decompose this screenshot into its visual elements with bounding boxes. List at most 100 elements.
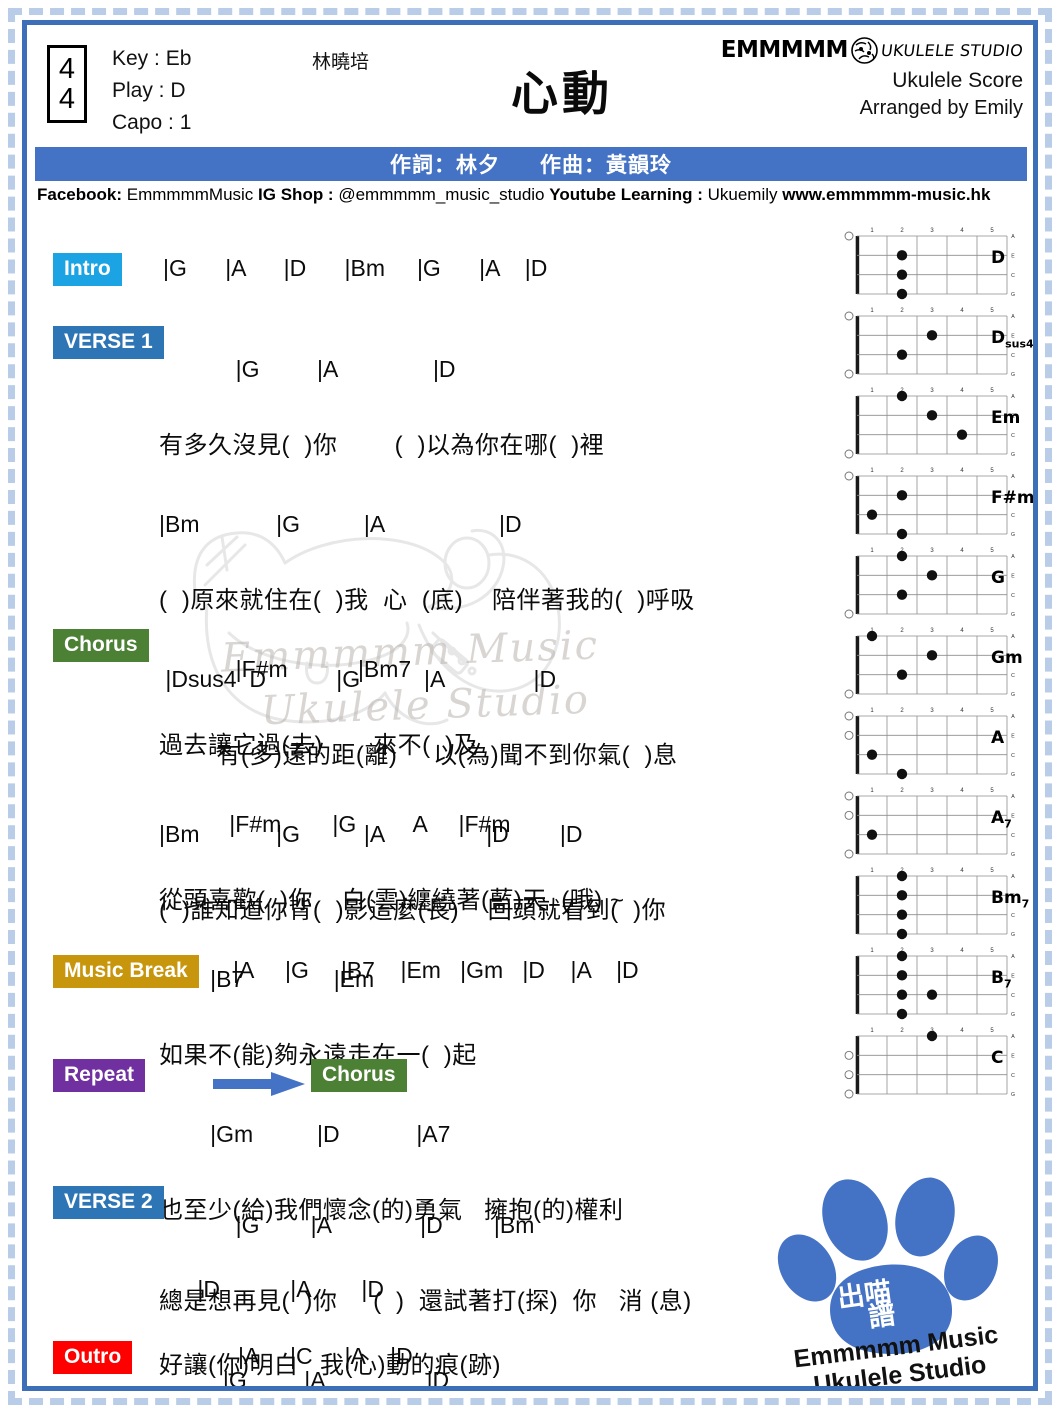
page-title: 心動 <box>511 67 613 122</box>
chord-lyric-area: Intro |G |A |D |Bm |G |A |D VERSE 1 |G |… <box>27 221 817 1386</box>
brand-block: EMMMMM UKULELE STUDIO Ukulele Score Arra… <box>693 35 1024 120</box>
time-signature-top: 4 <box>58 52 76 85</box>
svg-text:E: E <box>1011 574 1015 580</box>
finger-dot <box>896 269 908 280</box>
finger-dot <box>896 288 908 300</box>
chord-diagram: 12345AECGB7 <box>839 941 1033 1021</box>
open-string-icon <box>844 689 854 699</box>
ig-value[interactable]: @emmmmm_music_studio <box>338 185 544 204</box>
svg-text:G: G <box>1011 852 1015 858</box>
svg-text:3: 3 <box>930 388 934 394</box>
open-string-icon <box>844 1050 854 1060</box>
svg-text:E: E <box>1011 254 1015 260</box>
svg-text:1: 1 <box>870 948 874 954</box>
lyric-row: 有多久沒見( )你 ( )以為你在哪( )裡 <box>159 432 605 459</box>
chord-diagram-label: D <box>991 248 1006 268</box>
facebook-value[interactable]: EmmmmmMusic <box>127 185 254 204</box>
badge-chorus[interactable]: Chorus <box>53 629 149 662</box>
lyric-row: 過去讓它過(去) 來不( )及 <box>159 732 478 759</box>
finger-dot <box>896 349 908 360</box>
chord-diagram-label: Bm7 <box>991 888 1030 911</box>
badge-music-break[interactable]: Music Break <box>53 955 199 988</box>
svg-text:E: E <box>1011 814 1015 820</box>
svg-text:C: C <box>1011 833 1015 839</box>
svg-text:1: 1 <box>870 708 874 714</box>
chord-diagram: 12345AECGGm <box>839 621 1033 701</box>
badge-repeat[interactable]: Repeat <box>53 1059 146 1092</box>
chord-row: |Gm |D |A7 <box>159 1121 451 1147</box>
svg-text:1: 1 <box>870 1028 874 1034</box>
chord-diagram: 12345AECGA <box>839 701 1033 781</box>
open-string-icon <box>844 711 854 721</box>
svg-text:3: 3 <box>930 228 934 234</box>
finger-dot <box>896 669 908 680</box>
svg-text:1: 1 <box>870 228 874 234</box>
badge-repeat-target-chorus[interactable]: Chorus <box>311 1059 407 1092</box>
website-link[interactable]: www.emmmmm-music.hk <box>782 185 990 204</box>
open-string-icon <box>844 231 854 241</box>
finger-dot <box>896 528 908 540</box>
badge-verse-1[interactable]: VERSE 1 <box>53 326 164 359</box>
svg-text:2: 2 <box>900 708 904 714</box>
svg-text:1: 1 <box>870 548 874 554</box>
svg-text:C: C <box>1011 593 1015 599</box>
section-verse-1: VERSE 1 |G |A |D 有多久沒見( )你 ( )以為你在哪( )裡 … <box>53 326 694 923</box>
chord-diagram-label: Dsus4 <box>991 328 1033 351</box>
svg-text:E: E <box>1011 1054 1015 1060</box>
svg-text:A: A <box>1011 314 1015 320</box>
finger-dot <box>866 630 878 642</box>
svg-text:A: A <box>1011 234 1015 240</box>
finger-dot <box>956 429 968 440</box>
youtube-value[interactable]: Ukuemily <box>708 185 778 204</box>
finger-dot <box>896 589 908 600</box>
lyric-row: 總是想再見( )你 ( ) 還試著打(探) 你 消 (息) <box>159 1288 692 1315</box>
badge-outro[interactable]: Outro <box>53 1341 133 1374</box>
outro-chords: |A |C |A |D <box>238 1343 413 1369</box>
svg-text:A: A <box>1011 554 1015 560</box>
badge-verse-2[interactable]: VERSE 2 <box>53 1186 164 1219</box>
svg-text:2: 2 <box>900 228 904 234</box>
ig-label: IG Shop : <box>258 185 334 204</box>
svg-text:G: G <box>1011 932 1015 938</box>
badge-intro[interactable]: Intro <box>53 253 122 286</box>
svg-text:5: 5 <box>990 228 994 234</box>
svg-text:C: C <box>1011 513 1015 519</box>
fretboard-icon: 12345AECG <box>844 1028 1015 1099</box>
open-string-icon <box>844 730 854 740</box>
svg-text:C: C <box>1011 433 1015 439</box>
svg-text:5: 5 <box>990 628 994 634</box>
intro-chords: |G |A |D |Bm |G |A |D <box>163 255 548 281</box>
finger-dot <box>896 870 908 882</box>
open-string-icon <box>844 849 854 859</box>
svg-text:4: 4 <box>960 948 964 954</box>
open-string-icon <box>844 791 854 801</box>
chord-diagram-label: A <box>991 728 1005 748</box>
chord-diagram: 12345AECGEm <box>839 381 1033 461</box>
paw-cn-line-2: 譜 <box>866 1299 898 1334</box>
arrow-right-icon <box>213 1071 305 1097</box>
brand-logo-emm: EMMMMM <box>720 36 849 63</box>
time-signature-bottom: 4 <box>58 83 76 115</box>
svg-text:A: A <box>1011 794 1015 800</box>
chord-diagram: 12345AECGC <box>839 1021 1033 1101</box>
chord-row: |G |A |D |Bm <box>159 1212 535 1238</box>
svg-text:A: A <box>1011 474 1015 480</box>
svg-text:C: C <box>1011 353 1015 359</box>
chord-diagram-label: C <box>991 1048 1004 1068</box>
svg-text:5: 5 <box>990 708 994 714</box>
section-music-break: Music Break |A |G |B7 |Em |Gm |D |A |D <box>53 955 639 988</box>
youtube-label: Youtube Learning : <box>549 185 703 204</box>
svg-text:A: A <box>1011 394 1015 400</box>
chord-diagram: 1 2 3 4 5 A E C G A7 <box>839 781 1033 861</box>
open-string-icon <box>844 369 854 379</box>
time-signature: 4 4 <box>47 45 87 123</box>
svg-text:C: C <box>1011 273 1015 279</box>
chord-diagram-label: G <box>991 568 1005 588</box>
svg-text:4: 4 <box>960 468 964 474</box>
score-sheet: Emmmmm Music Ukulele Studio 4 4 Key : Eb… <box>27 25 1033 1386</box>
credits-bar: 作詞：林夕 作曲：黃韻玲 <box>35 147 1027 181</box>
svg-text:4: 4 <box>960 628 964 634</box>
score-page: Emmmmm Music Ukulele Studio 4 4 Key : Eb… <box>0 0 1060 1413</box>
score-header: 4 4 Key : Eb Play : D Capo : 1 林曉培 心動 EM… <box>37 25 1027 143</box>
section-outro: Outro |A |C |A |D <box>53 1341 413 1374</box>
